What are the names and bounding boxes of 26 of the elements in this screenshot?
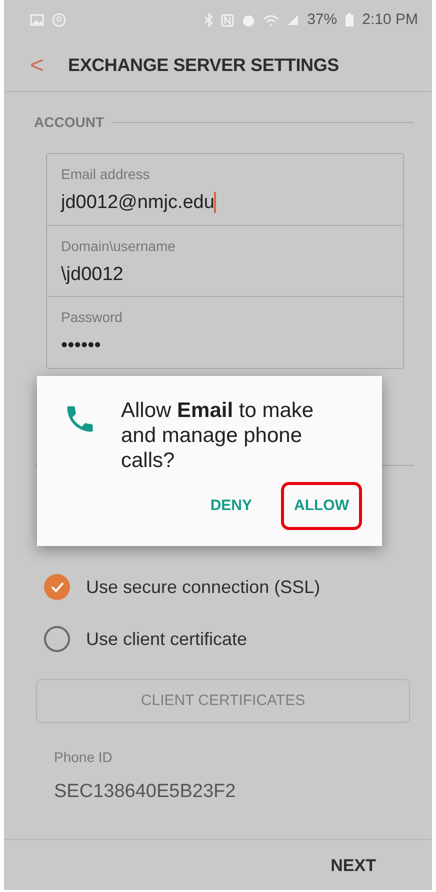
option-label: Use client certificate — [86, 628, 248, 651]
input-field[interactable]: •••••• — [61, 335, 101, 356]
option-label: Use secure connection (SSL) — [86, 576, 320, 599]
screen-title: EXCHANGE SERVER SETTINGS — [68, 54, 339, 77]
field-label: Phone ID — [54, 748, 114, 768]
next-button[interactable]: NEXT — [324, 852, 382, 880]
status-time: 2:10 PM — [362, 10, 418, 30]
image-icon — [30, 14, 44, 26]
field-label: Password — [61, 308, 124, 328]
battery-percent: 37% — [307, 10, 338, 30]
checkbox[interactable] — [44, 626, 70, 652]
field-label: Domain\username — [61, 236, 176, 256]
nfc-icon — [221, 14, 234, 26]
checkbox[interactable] — [44, 574, 70, 600]
input-field[interactable]: jd0012@nmjc.edu — [61, 192, 216, 213]
phone-id-value: SEC138640E5B23F2 — [54, 780, 237, 804]
input-field[interactable]: \jd0012 — [61, 264, 124, 285]
checkmark-icon — [50, 581, 64, 594]
field-label: Email address — [61, 165, 151, 184]
account-icon — [52, 13, 66, 27]
dialog-message: Allow Email to make and manage phone calls? — [121, 398, 315, 474]
wifi-icon — [263, 14, 280, 26]
section-heading: ACCOUNT — [34, 113, 104, 132]
battery-icon — [345, 13, 354, 27]
bluetooth-icon — [204, 13, 214, 27]
signal-icon — [287, 14, 300, 26]
